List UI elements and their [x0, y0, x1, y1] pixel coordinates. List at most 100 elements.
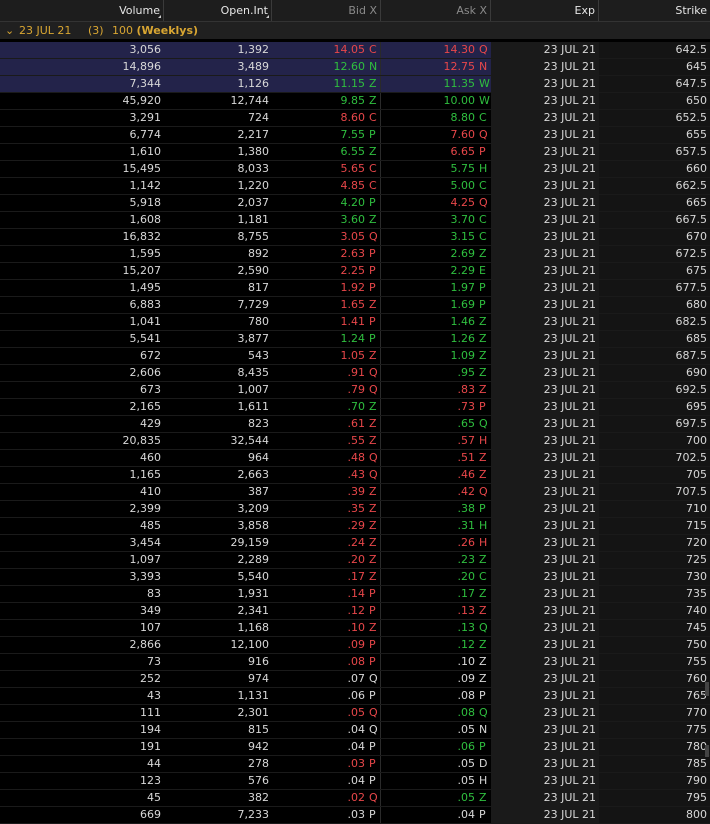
table-row[interactable]: 460 964.48 Q .51 Z 23 JUL 21 702.5: [0, 450, 710, 467]
table-row[interactable]: 349 2,341.12 P .13 Z 23 JUL 21 740: [0, 603, 710, 620]
table-row[interactable]: 3,291 724 8.60 C 8.80 C 23 JUL 21 652.5: [0, 110, 710, 127]
bid-price-cell[interactable]: .04: [272, 739, 368, 755]
ask-price-cell[interactable]: 10.00: [381, 93, 478, 109]
bid-price-cell[interactable]: .14: [272, 586, 368, 602]
strike-column-header[interactable]: Strike: [599, 0, 710, 21]
table-row[interactable]: 45 382.02 Q .05 Z 23 JUL 21 795: [0, 790, 710, 807]
bid-price-cell[interactable]: .61: [272, 416, 368, 432]
ask-price-cell[interactable]: .57: [381, 433, 478, 449]
table-row[interactable]: 252 974.07 Q .09 Z 23 JUL 21 760: [0, 671, 710, 688]
bid-price-cell[interactable]: 7.55: [272, 127, 368, 143]
table-row[interactable]: 485 3,858.29 Z .31 H 23 JUL 21 715: [0, 518, 710, 535]
table-row[interactable]: 5,541 3,877 1.24 P 1.26 Z 23 JUL 21 685: [0, 331, 710, 348]
bid-price-cell[interactable]: .03: [272, 756, 368, 772]
ask-price-cell[interactable]: .13: [381, 603, 478, 619]
table-row[interactable]: 15,207 2,590 2.25 P 2.29 E 23 JUL 21 675: [0, 263, 710, 280]
ask-price-cell[interactable]: 1.69: [381, 297, 478, 313]
table-row[interactable]: 669 7,233.03 P .04 P 23 JUL 21 800: [0, 807, 710, 824]
table-row[interactable]: 107 1,168.10 Z .13 Q 23 JUL 21 745: [0, 620, 710, 637]
bid-price-cell[interactable]: .35: [272, 501, 368, 517]
ask-price-cell[interactable]: .38: [381, 501, 478, 517]
ask-price-cell[interactable]: 14.30: [381, 42, 478, 58]
ask-price-cell[interactable]: 1.09: [381, 348, 478, 364]
scrollbar-thumb[interactable]: [705, 745, 709, 757]
bid-price-cell[interactable]: .20: [272, 552, 368, 568]
ask-price-cell[interactable]: .31: [381, 518, 478, 534]
table-row[interactable]: 410 387.39 Z .42 Q 23 JUL 21 707.5: [0, 484, 710, 501]
ask-price-cell[interactable]: .04: [381, 807, 478, 823]
ask-price-cell[interactable]: .08: [381, 688, 478, 704]
bid-price-cell[interactable]: .43: [272, 467, 368, 483]
table-row[interactable]: 43 1,131.06 P .08 P 23 JUL 21 765: [0, 688, 710, 705]
bid-price-cell[interactable]: .10: [272, 620, 368, 636]
bid-price-cell[interactable]: .02: [272, 790, 368, 806]
table-row[interactable]: 7,344 1,126 11.15 Z 11.35 W 23 JUL 21 647.5: [0, 76, 710, 93]
table-row[interactable]: 5,918 2,037 4.20 P 4.25 Q 23 JUL 21 665: [0, 195, 710, 212]
ask-price-cell[interactable]: .73: [381, 399, 478, 415]
ask-price-cell[interactable]: .13: [381, 620, 478, 636]
table-row[interactable]: 6,883 7,729 1.65 Z 1.69 P 23 JUL 21 680: [0, 297, 710, 314]
table-row[interactable]: 191 942.04 P .06 P 23 JUL 21 780: [0, 739, 710, 756]
bid-price-cell[interactable]: 1.41: [272, 314, 368, 330]
ask-price-cell[interactable]: 7.60: [381, 127, 478, 143]
ask-price-cell[interactable]: .09: [381, 671, 478, 687]
ask-column-header[interactable]: Ask X: [381, 0, 491, 21]
bid-price-cell[interactable]: .05: [272, 705, 368, 721]
table-row[interactable]: 3,393 5,540.17 Z .20 C 23 JUL 21 730: [0, 569, 710, 586]
table-row[interactable]: 16,832 8,755 3.05 Q 3.15 C 23 JUL 21 670: [0, 229, 710, 246]
table-row[interactable]: 672 543 1.05 Z 1.09 Z 23 JUL 21 687.5: [0, 348, 710, 365]
chevron-down-icon[interactable]: ⌄: [5, 22, 14, 39]
ask-price-cell[interactable]: .20: [381, 569, 478, 585]
ask-price-cell[interactable]: 1.46: [381, 314, 478, 330]
table-row[interactable]: 73 916.08 P .10 Z 23 JUL 21 755: [0, 654, 710, 671]
bid-price-cell[interactable]: .09: [272, 637, 368, 653]
table-row[interactable]: 2,165 1,611.70 Z .73 P 23 JUL 21 695: [0, 399, 710, 416]
bid-price-cell[interactable]: .70: [272, 399, 368, 415]
ask-price-cell[interactable]: .12: [381, 637, 478, 653]
ask-price-cell[interactable]: .26: [381, 535, 478, 551]
bid-price-cell[interactable]: 5.65: [272, 161, 368, 177]
table-row[interactable]: 1,165 2,663.43 Q .46 Z 23 JUL 21 705: [0, 467, 710, 484]
table-row[interactable]: 2,606 8,435.91 Q .95 Z 23 JUL 21 690: [0, 365, 710, 382]
ask-price-cell[interactable]: 6.65: [381, 144, 478, 160]
bid-price-cell[interactable]: .29: [272, 518, 368, 534]
ask-price-cell[interactable]: .95: [381, 365, 478, 381]
bid-price-cell[interactable]: .12: [272, 603, 368, 619]
bid-price-cell[interactable]: 8.60: [272, 110, 368, 126]
scrollbar-thumb[interactable]: [705, 682, 709, 696]
ask-price-cell[interactable]: 1.97: [381, 280, 478, 296]
bid-price-cell[interactable]: .06: [272, 688, 368, 704]
bid-price-cell[interactable]: 2.25: [272, 263, 368, 279]
bid-price-cell[interactable]: 2.63: [272, 246, 368, 262]
table-row[interactable]: 1,041 780 1.41 P 1.46 Z 23 JUL 21 682.5: [0, 314, 710, 331]
bid-price-cell[interactable]: .91: [272, 365, 368, 381]
bid-price-cell[interactable]: 1.24: [272, 331, 368, 347]
bid-price-cell[interactable]: 4.20: [272, 195, 368, 211]
table-row[interactable]: 111 2,301.05 Q .08 Q 23 JUL 21 770: [0, 705, 710, 722]
ask-price-cell[interactable]: .83: [381, 382, 478, 398]
ask-price-cell[interactable]: 3.15: [381, 229, 478, 245]
ask-price-cell[interactable]: 4.25: [381, 195, 478, 211]
volume-column-header[interactable]: Volume: [0, 0, 164, 21]
table-row[interactable]: 1,097 2,289.20 Z .23 Z 23 JUL 21 725: [0, 552, 710, 569]
table-row[interactable]: 123 576.04 P .05 H 23 JUL 21 790: [0, 773, 710, 790]
table-row[interactable]: 1,142 1,220 4.85 C 5.00 C 23 JUL 21 662.5: [0, 178, 710, 195]
ask-price-cell[interactable]: 3.70: [381, 212, 478, 228]
bid-price-cell[interactable]: 12.60: [272, 59, 368, 75]
ask-price-cell[interactable]: 2.69: [381, 246, 478, 262]
bid-price-cell[interactable]: 6.55: [272, 144, 368, 160]
ask-price-cell[interactable]: .08: [381, 705, 478, 721]
bid-price-cell[interactable]: 4.85: [272, 178, 368, 194]
bid-price-cell[interactable]: 3.05: [272, 229, 368, 245]
bid-price-cell[interactable]: .08: [272, 654, 368, 670]
bid-price-cell[interactable]: .39: [272, 484, 368, 500]
table-row[interactable]: 44 278.03 P .05 D 23 JUL 21 785: [0, 756, 710, 773]
ask-price-cell[interactable]: 8.80: [381, 110, 478, 126]
table-row[interactable]: 15,495 8,033 5.65 C 5.75 H 23 JUL 21 660: [0, 161, 710, 178]
table-row[interactable]: 1,595 892 2.63 P 2.69 Z 23 JUL 21 672.5: [0, 246, 710, 263]
ask-price-cell[interactable]: .05: [381, 756, 478, 772]
bid-price-cell[interactable]: 1.05: [272, 348, 368, 364]
ask-price-cell[interactable]: 1.26: [381, 331, 478, 347]
ask-price-cell[interactable]: 12.75: [381, 59, 478, 75]
ask-price-cell[interactable]: 2.29: [381, 263, 478, 279]
